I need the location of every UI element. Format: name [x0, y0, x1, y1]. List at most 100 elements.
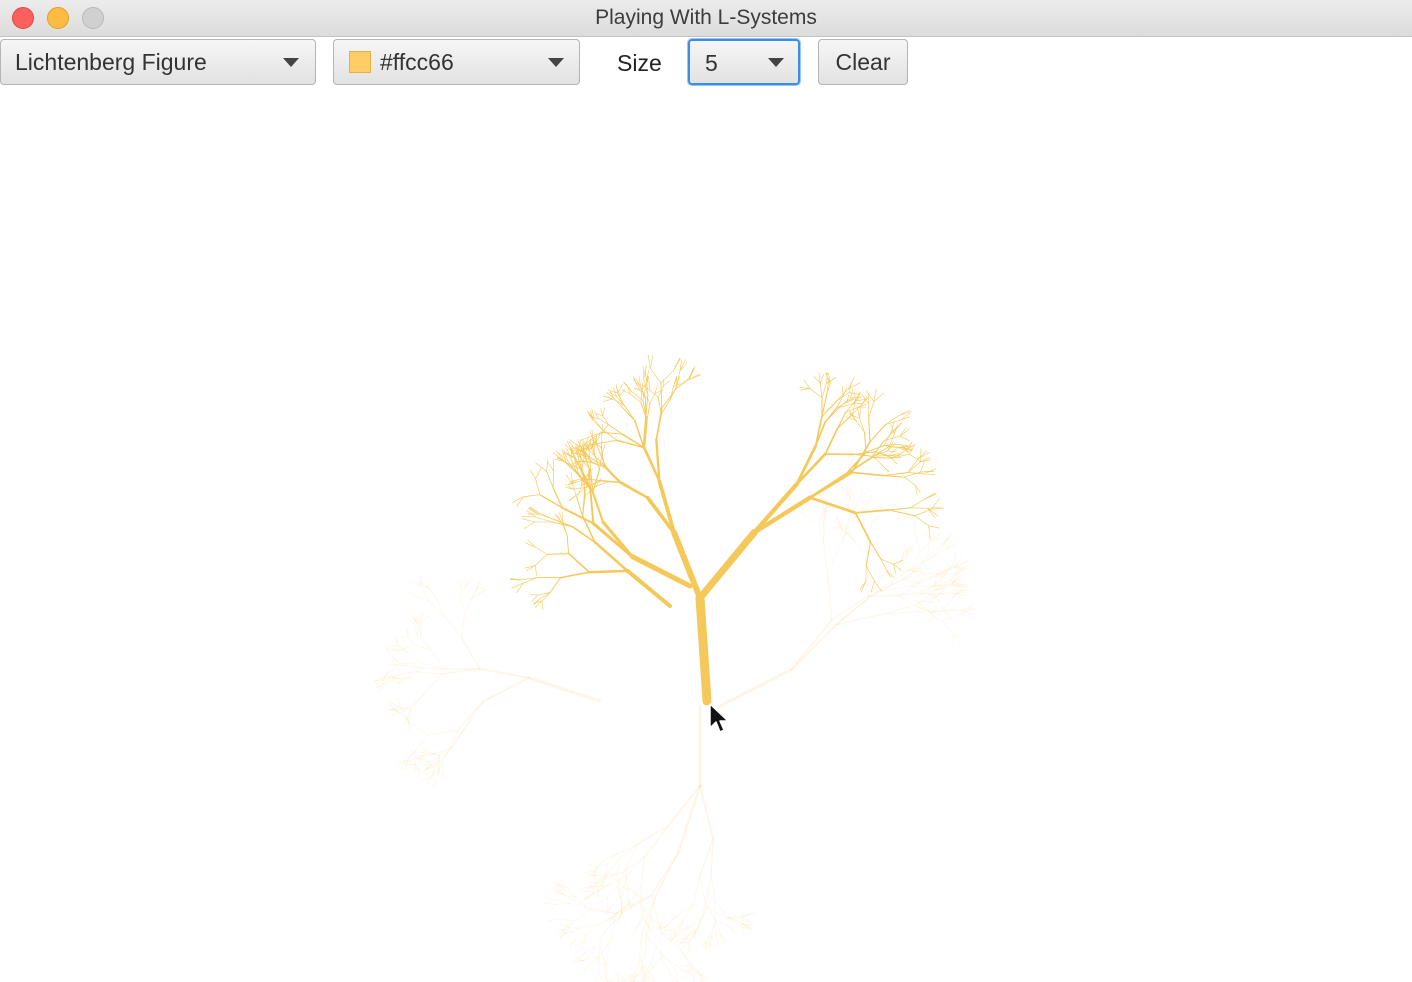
branch-segment — [429, 753, 448, 763]
branch-segment — [885, 415, 900, 425]
branch-segment — [688, 367, 695, 379]
branch-segment — [675, 969, 688, 971]
branch-segment — [699, 876, 707, 908]
branch-segment — [548, 904, 556, 912]
branch-segment — [617, 383, 623, 394]
branch-segment — [676, 904, 694, 917]
branch-segment — [914, 508, 932, 517]
branch-segment — [481, 676, 530, 703]
clear-button[interactable]: Clear — [818, 39, 908, 85]
branch-segment — [456, 580, 462, 588]
branch-segment — [575, 946, 584, 954]
branch-segment — [546, 553, 570, 555]
branch-segment — [706, 907, 728, 919]
branch-segment — [956, 593, 965, 603]
branch-segment — [419, 777, 430, 781]
branch-segment — [397, 682, 401, 691]
branch-segment — [561, 924, 571, 929]
branch-segment — [836, 413, 854, 430]
branch-segment — [956, 593, 970, 597]
branch-segment — [931, 507, 945, 510]
branch-segment — [805, 516, 819, 524]
branch-segment — [669, 970, 673, 982]
branch-segment — [478, 667, 530, 679]
branch-segment — [660, 370, 674, 384]
figure-select[interactable]: Lichtenberg Figure — [0, 39, 316, 85]
branch-segment — [740, 923, 744, 935]
branch-segment — [586, 946, 596, 958]
branch-segment — [660, 382, 663, 409]
branch-segment — [566, 931, 573, 939]
branch-segment — [907, 461, 921, 473]
branch-segment — [960, 610, 976, 616]
branch-segment — [598, 971, 603, 982]
branch-segment — [625, 843, 639, 869]
branch-segment — [671, 529, 703, 601]
branch-segment — [601, 431, 623, 435]
branch-segment — [575, 943, 583, 946]
branch-segment — [406, 651, 421, 664]
branch-segment — [742, 917, 752, 925]
branch-segment — [670, 386, 677, 400]
color-picker[interactable]: #ffcc66 — [333, 39, 580, 85]
branch-segment — [606, 961, 619, 976]
branch-segment — [719, 933, 727, 943]
branch-segment — [589, 456, 591, 471]
branch-segment — [904, 476, 916, 486]
branch-segment — [692, 876, 701, 906]
branch-segment — [427, 587, 437, 598]
branch-segment — [622, 856, 645, 873]
branch-segment — [646, 402, 651, 421]
branch-segment — [914, 515, 929, 527]
branch-segment — [606, 940, 611, 963]
mouse-cursor-icon — [709, 703, 729, 733]
branch-segment — [559, 571, 591, 579]
branch-segment — [836, 411, 847, 430]
branch-segment — [715, 933, 719, 944]
branch-segment — [790, 619, 833, 671]
branch-segment — [573, 909, 591, 922]
branch-segment — [616, 858, 620, 878]
branch-segment — [594, 971, 600, 982]
branch-segment — [623, 381, 632, 392]
branch-segment — [602, 871, 610, 883]
branch-segment — [555, 902, 570, 905]
branch-segment — [868, 417, 871, 443]
branch-segment — [673, 357, 681, 371]
branch-segment — [715, 901, 729, 918]
branch-segment — [952, 633, 961, 647]
branch-segment — [640, 390, 643, 404]
drawing-canvas[interactable] — [0, 86, 1412, 982]
branch-segment — [864, 495, 875, 505]
branch-segment — [529, 593, 539, 596]
branch-segment — [661, 932, 682, 951]
branch-segment — [529, 469, 536, 480]
branch-segment — [465, 576, 471, 586]
color-swatch — [349, 51, 371, 73]
size-select[interactable]: 5 — [688, 39, 800, 85]
branch-segment — [907, 458, 919, 473]
branch-segment — [408, 617, 415, 626]
branch-segment — [521, 518, 536, 523]
branch-segment — [861, 393, 869, 404]
branch-segment — [960, 613, 975, 620]
branch-segment — [696, 529, 758, 602]
figure-select-value: Lichtenberg Figure — [15, 49, 207, 75]
branch-segment — [400, 636, 409, 638]
branch-segment — [898, 583, 920, 597]
branch-segment — [588, 864, 598, 868]
branch-segment — [597, 897, 608, 905]
branch-segment — [867, 586, 890, 600]
branch-segment — [818, 511, 825, 524]
branch-segment — [662, 380, 670, 388]
branch-segment — [873, 580, 883, 592]
branch-segment — [525, 542, 536, 548]
branch-segment — [617, 974, 619, 982]
branch-segment — [800, 388, 811, 391]
branch-segment — [662, 955, 676, 970]
branch-segment — [742, 915, 752, 924]
branch-segment — [415, 763, 420, 774]
branch-segment — [582, 452, 590, 469]
branch-segment — [571, 957, 584, 961]
branch-segment — [544, 897, 555, 901]
